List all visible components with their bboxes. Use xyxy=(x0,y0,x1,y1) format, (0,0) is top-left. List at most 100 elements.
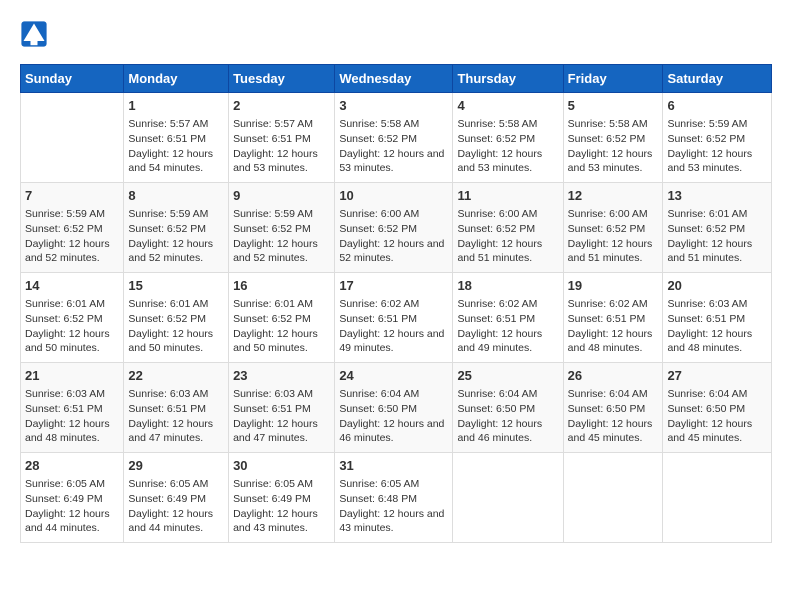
day-number: 2 xyxy=(233,97,330,115)
day-info: Sunrise: 6:04 AMSunset: 6:50 PMDaylight:… xyxy=(457,387,558,446)
calendar-cell: 20Sunrise: 6:03 AMSunset: 6:51 PMDayligh… xyxy=(663,273,772,363)
day-info: Sunrise: 6:04 AMSunset: 6:50 PMDaylight:… xyxy=(568,387,659,446)
day-info: Sunrise: 5:58 AMSunset: 6:52 PMDaylight:… xyxy=(339,117,448,176)
day-number: 8 xyxy=(128,187,224,205)
day-number: 6 xyxy=(667,97,767,115)
calendar-cell: 7 Sunrise: 5:59 AMSunset: 6:52 PMDaylight… xyxy=(21,183,124,273)
day-number: 11 xyxy=(457,187,558,205)
calendar-cell: 21 Sunrise: 6:03 AMSunset: 6:51 PMDayligh… xyxy=(21,363,124,453)
day-info: Sunrise: 6:04 AMSunset: 6:50 PMDaylight:… xyxy=(339,387,448,446)
calendar-cell: 29 Sunrise: 6:05 AMSunset: 6:49 PMDayligh… xyxy=(124,453,229,543)
calendar-cell: 26 Sunrise: 6:04 AMSunset: 6:50 PMDayligh… xyxy=(563,363,663,453)
day-number: 17 xyxy=(339,277,448,295)
calendar-cell: 25Sunrise: 6:04 AMSunset: 6:50 PMDayligh… xyxy=(453,363,563,453)
day-number: 4 xyxy=(457,97,558,115)
day-number: 22 xyxy=(128,367,224,385)
day-number: 5 xyxy=(568,97,659,115)
day-info: Sunrise: 6:01 AMSunset: 6:52 PMDaylight:… xyxy=(667,207,767,266)
day-info: Sunrise: 6:02 AMSunset: 6:51 PMDaylight:… xyxy=(339,297,448,356)
calendar-cell: 5 Sunrise: 5:58 AMSunset: 6:52 PMDaylight… xyxy=(563,93,663,183)
day-number: 3 xyxy=(339,97,448,115)
calendar-cell: 1 Sunrise: 5:57 AMSunset: 6:51 PMDaylight… xyxy=(124,93,229,183)
calendar-table: SundayMondayTuesdayWednesdayThursdayFrid… xyxy=(20,64,772,543)
day-number: 12 xyxy=(568,187,659,205)
calendar-week-row: 7 Sunrise: 5:59 AMSunset: 6:52 PMDaylight… xyxy=(21,183,772,273)
day-info: Sunrise: 5:59 AMSunset: 6:52 PMDaylight:… xyxy=(128,207,224,266)
calendar-cell: 22 Sunrise: 6:03 AMSunset: 6:51 PMDayligh… xyxy=(124,363,229,453)
calendar-cell: 23Sunrise: 6:03 AMSunset: 6:51 PMDayligh… xyxy=(229,363,335,453)
day-info: Sunrise: 5:57 AMSunset: 6:51 PMDaylight:… xyxy=(128,117,224,176)
calendar-cell: 19Sunrise: 6:02 AMSunset: 6:51 PMDayligh… xyxy=(563,273,663,363)
day-number: 26 xyxy=(568,367,659,385)
day-number: 13 xyxy=(667,187,767,205)
calendar-cell: 16Sunrise: 6:01 AMSunset: 6:52 PMDayligh… xyxy=(229,273,335,363)
calendar-week-row: 28 Sunrise: 6:05 AMSunset: 6:49 PMDayligh… xyxy=(21,453,772,543)
day-info: Sunrise: 6:03 AMSunset: 6:51 PMDaylight:… xyxy=(128,387,224,446)
day-number: 29 xyxy=(128,457,224,475)
day-info: Sunrise: 6:03 AMSunset: 6:51 PMDaylight:… xyxy=(25,387,119,446)
day-number: 1 xyxy=(128,97,224,115)
header-day-saturday: Saturday xyxy=(663,65,772,93)
day-info: Sunrise: 6:05 AMSunset: 6:49 PMDaylight:… xyxy=(233,477,330,536)
day-number: 10 xyxy=(339,187,448,205)
day-number: 18 xyxy=(457,277,558,295)
calendar-week-row: 1 Sunrise: 5:57 AMSunset: 6:51 PMDaylight… xyxy=(21,93,772,183)
calendar-cell: 9Sunrise: 5:59 AMSunset: 6:52 PMDaylight… xyxy=(229,183,335,273)
header-day-sunday: Sunday xyxy=(21,65,124,93)
day-info: Sunrise: 6:01 AMSunset: 6:52 PMDaylight:… xyxy=(25,297,119,356)
calendar-cell: 31 Sunrise: 6:05 AMSunset: 6:48 PMDayligh… xyxy=(335,453,453,543)
day-number: 24 xyxy=(339,367,448,385)
day-info: Sunrise: 6:04 AMSunset: 6:50 PMDaylight:… xyxy=(667,387,767,446)
calendar-cell: 11Sunrise: 6:00 AMSunset: 6:52 PMDayligh… xyxy=(453,183,563,273)
day-info: Sunrise: 6:05 AMSunset: 6:49 PMDaylight:… xyxy=(25,477,119,536)
day-number: 14 xyxy=(25,277,119,295)
calendar-cell: 10Sunrise: 6:00 AMSunset: 6:52 PMDayligh… xyxy=(335,183,453,273)
day-info: Sunrise: 5:58 AMSunset: 6:52 PMDaylight:… xyxy=(568,117,659,176)
calendar-cell: 14 Sunrise: 6:01 AMSunset: 6:52 PMDayligh… xyxy=(21,273,124,363)
day-number: 20 xyxy=(667,277,767,295)
day-info: Sunrise: 5:59 AMSunset: 6:52 PMDaylight:… xyxy=(25,207,119,266)
day-number: 21 xyxy=(25,367,119,385)
calendar-cell: 12 Sunrise: 6:00 AMSunset: 6:52 PMDayligh… xyxy=(563,183,663,273)
day-number: 30 xyxy=(233,457,330,475)
calendar-cell: 30 Sunrise: 6:05 AMSunset: 6:49 PMDayligh… xyxy=(229,453,335,543)
calendar-cell: 2 Sunrise: 5:57 AMSunset: 6:51 PMDaylight… xyxy=(229,93,335,183)
calendar-cell: 17 Sunrise: 6:02 AMSunset: 6:51 PMDayligh… xyxy=(335,273,453,363)
calendar-cell xyxy=(563,453,663,543)
page-header xyxy=(20,20,772,48)
calendar-cell xyxy=(21,93,124,183)
calendar-cell: 15 Sunrise: 6:01 AMSunset: 6:52 PMDayligh… xyxy=(124,273,229,363)
calendar-cell: 3 Sunrise: 5:58 AMSunset: 6:52 PMDaylight… xyxy=(335,93,453,183)
day-number: 7 xyxy=(25,187,119,205)
day-info: Sunrise: 6:05 AMSunset: 6:49 PMDaylight:… xyxy=(128,477,224,536)
day-number: 31 xyxy=(339,457,448,475)
calendar-cell: 28 Sunrise: 6:05 AMSunset: 6:49 PMDayligh… xyxy=(21,453,124,543)
logo xyxy=(20,20,50,48)
logo-icon xyxy=(20,20,48,48)
day-number: 16 xyxy=(233,277,330,295)
calendar-cell: 27 Sunrise: 6:04 AMSunset: 6:50 PMDayligh… xyxy=(663,363,772,453)
calendar-cell xyxy=(453,453,563,543)
day-number: 28 xyxy=(25,457,119,475)
day-info: Sunrise: 6:02 AMSunset: 6:51 PMDaylight:… xyxy=(457,297,558,356)
header-day-wednesday: Wednesday xyxy=(335,65,453,93)
calendar-week-row: 21 Sunrise: 6:03 AMSunset: 6:51 PMDayligh… xyxy=(21,363,772,453)
day-info: Sunrise: 6:05 AMSunset: 6:48 PMDaylight:… xyxy=(339,477,448,536)
header-day-thursday: Thursday xyxy=(453,65,563,93)
header-day-monday: Monday xyxy=(124,65,229,93)
calendar-cell xyxy=(663,453,772,543)
day-number: 9 xyxy=(233,187,330,205)
day-info: Sunrise: 6:00 AMSunset: 6:52 PMDaylight:… xyxy=(568,207,659,266)
calendar-cell: 24 Sunrise: 6:04 AMSunset: 6:50 PMDayligh… xyxy=(335,363,453,453)
day-number: 15 xyxy=(128,277,224,295)
calendar-cell: 8 Sunrise: 5:59 AMSunset: 6:52 PMDaylight… xyxy=(124,183,229,273)
day-info: Sunrise: 6:01 AMSunset: 6:52 PMDaylight:… xyxy=(128,297,224,356)
day-number: 27 xyxy=(667,367,767,385)
calendar-cell: 6 Sunrise: 5:59 AMSunset: 6:52 PMDaylight… xyxy=(663,93,772,183)
header-day-friday: Friday xyxy=(563,65,663,93)
calendar-cell: 13 Sunrise: 6:01 AMSunset: 6:52 PMDayligh… xyxy=(663,183,772,273)
day-info: Sunrise: 5:59 AMSunset: 6:52 PMDaylight:… xyxy=(667,117,767,176)
day-number: 23 xyxy=(233,367,330,385)
day-info: Sunrise: 5:57 AMSunset: 6:51 PMDaylight:… xyxy=(233,117,330,176)
calendar-cell: 18 Sunrise: 6:02 AMSunset: 6:51 PMDayligh… xyxy=(453,273,563,363)
